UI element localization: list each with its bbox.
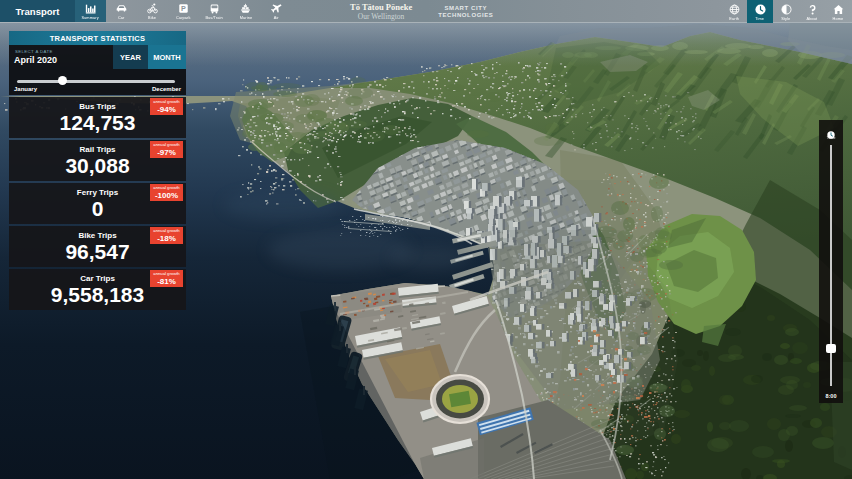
svg-text:P: P	[181, 4, 186, 13]
